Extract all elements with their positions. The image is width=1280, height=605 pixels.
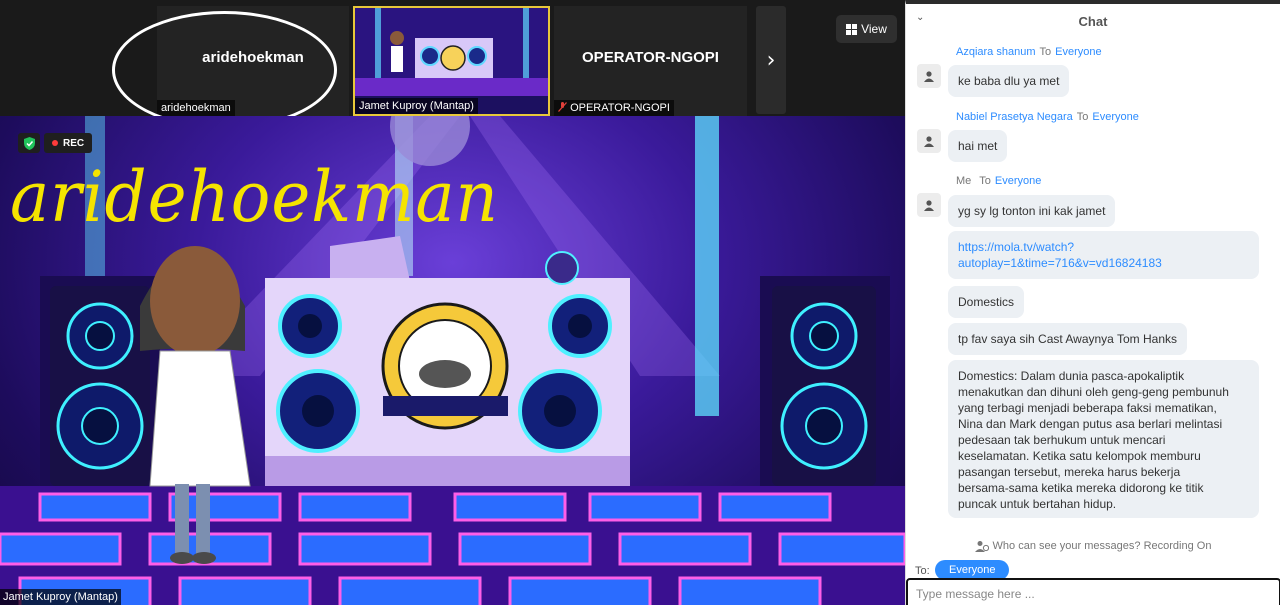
message-header: Azqiara shanum To Everyone: [956, 46, 1102, 58]
people-icon: [974, 541, 989, 552]
message-to: To: [1039, 46, 1052, 58]
avatar-icon: [917, 64, 941, 88]
message-to: To: [1076, 111, 1089, 123]
grid-icon: [846, 23, 858, 35]
message-sender[interactable]: Azqiara shanum: [956, 46, 1036, 58]
message-header: Me To Everyone: [956, 175, 1041, 187]
speaker-name-label: Jamet Kuproy (Mantap): [0, 589, 121, 605]
to-label: To:: [915, 565, 930, 577]
message-sender[interactable]: Nabiel Prasetya Negara: [956, 111, 1073, 123]
avatar-icon: [917, 193, 941, 217]
message-bubble: ke baba dlu ya met: [948, 65, 1070, 97]
message-bubble: Domestics: Dalam dunia pasca-apokaliptik…: [948, 360, 1259, 518]
message-bubble: Domestics: [948, 286, 1025, 318]
message-target: Everyone: [994, 175, 1042, 187]
mic-muted-icon: [558, 102, 567, 112]
privacy-notice-text: Who can see your messages? Recording On: [992, 540, 1212, 552]
shield-icon[interactable]: [18, 133, 40, 153]
participant-name-label: OPERATOR-NGOPI: [554, 100, 674, 116]
message-to: To: [979, 175, 991, 187]
participant-thumbnail[interactable]: aridehoekman aridehoekman: [157, 6, 349, 116]
participant-name-label: Jamet Kuproy (Mantap): [355, 98, 478, 114]
thumbnail-video-frame: [355, 8, 548, 96]
view-button[interactable]: View: [836, 15, 897, 43]
avatar-icon: [917, 129, 941, 153]
message-target: Everyone: [1092, 111, 1139, 123]
stage-overlay-name: aridehoekman: [10, 156, 499, 238]
chat-title: Chat: [1078, 14, 1108, 29]
message-input[interactable]: [906, 578, 1280, 605]
message-link[interactable]: https://mola.tv/watch? autoplay=1&time=7…: [948, 231, 1259, 279]
privacy-notice[interactable]: Who can see your messages? Recording On: [906, 540, 1280, 552]
message-bubble: hai met: [948, 130, 1008, 162]
rec-dot-icon: [52, 140, 58, 146]
participant-name-display: aridehoekman: [202, 49, 304, 66]
participant-thumbnail-active[interactable]: Jamet Kuproy (Mantap): [353, 6, 550, 116]
recording-indicator: REC: [18, 133, 93, 153]
meeting-window: aridehoekman aridehoekman Jamet Kuproy (…: [0, 0, 1280, 605]
video-region: aridehoekman aridehoekman Jamet Kuproy (…: [0, 0, 905, 605]
participant-name-display: OPERATOR-NGOPI: [582, 49, 719, 66]
rec-label: REC: [63, 137, 85, 149]
main-video-stage: REC aridehoekman Jamet Kuproy (Mantap): [0, 116, 905, 605]
recipient-dropdown[interactable]: Everyone: [935, 560, 1010, 580]
message-target: Everyone: [1055, 46, 1102, 58]
message-bubble: tp fav saya sih Cast Awaynya Tom Hanks: [948, 323, 1187, 355]
participant-name-text: OPERATOR-NGOPI: [570, 102, 670, 114]
message-sender: Me: [956, 175, 972, 187]
participant-thumbnail[interactable]: OPERATOR-NGOPI OPERATOR-NGOPI: [554, 6, 747, 116]
message-bubble: yg sy lg tonton ini kak jamet: [948, 195, 1116, 227]
next-page-button[interactable]: ›: [756, 6, 786, 114]
view-button-label: View: [861, 22, 887, 36]
rec-badge[interactable]: REC: [44, 133, 93, 153]
message-header: Nabiel Prasetya Negara To Everyone: [956, 111, 1139, 123]
chat-panel: ⌄ Chat Azqiara shanum To Everyone ke baba …: [905, 0, 1280, 605]
participant-name-label: aridehoekman: [157, 100, 235, 116]
chat-header: ⌄ Chat: [906, 4, 1280, 40]
